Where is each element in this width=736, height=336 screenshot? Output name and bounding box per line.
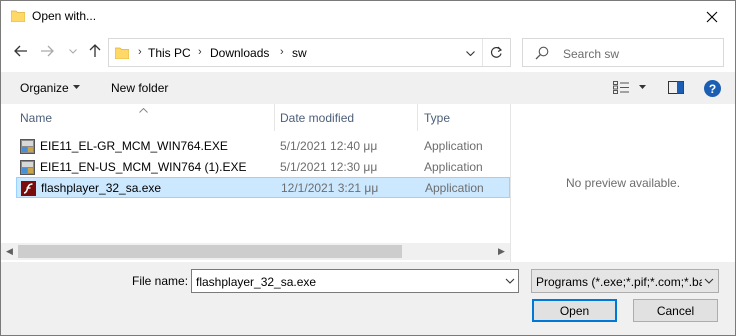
arrow-right-icon	[41, 45, 54, 57]
dialog-footer: File name: flashplayer_32_sa.exe Program…	[1, 262, 735, 335]
up-button[interactable]	[85, 41, 105, 61]
navigation-bar: › This PC › Downloads › sw Search sw	[1, 35, 735, 69]
flash-icon	[21, 181, 36, 196]
file-type: Application	[424, 139, 483, 153]
file-date: 12/1/2021 3:21 μμ	[281, 181, 379, 195]
chevron-right-icon: ›	[198, 46, 202, 58]
scrollbar-thumb[interactable]	[18, 245, 402, 258]
installer-icon	[20, 160, 35, 175]
file-list: Name Date modified Type EIE11_EL-GR_MCM_…	[1, 104, 510, 262]
breadcrumb-this-pc[interactable]: This PC	[148, 46, 191, 60]
refresh-icon	[490, 46, 503, 58]
cancel-button[interactable]: Cancel	[633, 299, 718, 322]
column-header-name[interactable]: Name	[20, 104, 52, 131]
file-name-value: flashplayer_32_sa.exe	[196, 275, 317, 289]
new-folder-button[interactable]: New folder	[111, 81, 168, 95]
view-details-icon[interactable]	[613, 81, 630, 94]
preview-pane: No preview available.	[510, 104, 735, 262]
column-header-date[interactable]: Date modified	[280, 104, 354, 131]
arrow-left-icon	[14, 45, 27, 57]
sort-ascending-icon	[139, 102, 148, 116]
folder-icon	[115, 47, 129, 59]
file-row[interactable]: EIE11_EN-US_MCM_WIN764 (1).EXE 5/1/2021 …	[16, 157, 510, 178]
chevron-down-icon[interactable]	[504, 275, 516, 287]
installer-icon	[20, 139, 35, 154]
column-divider[interactable]	[417, 104, 418, 131]
column-divider[interactable]	[274, 104, 275, 131]
column-header-type[interactable]: Type	[424, 104, 450, 131]
chevron-right-icon: ›	[138, 46, 142, 58]
back-button[interactable]	[11, 41, 31, 61]
file-row[interactable]: EIE11_EL-GR_MCM_WIN764.EXE 5/1/2021 12:4…	[16, 136, 510, 157]
chevron-down-icon	[69, 48, 77, 54]
breadcrumb-sw[interactable]: sw	[292, 46, 307, 60]
file-name-input[interactable]: flashplayer_32_sa.exe	[191, 269, 519, 293]
file-type-filter[interactable]: Programs (*.exe;*.pif;*.com;*.bat;*.cmd)	[531, 269, 719, 293]
file-date: 5/1/2021 12:30 μμ	[280, 160, 378, 174]
search-placeholder: Search sw	[563, 47, 620, 61]
command-bar: Organize New folder ?	[1, 72, 735, 104]
open-with-dialog: Open with... › This PC › Downloads › sw …	[0, 0, 736, 336]
caret-down-icon	[73, 85, 80, 89]
file-name: EIE11_EN-US_MCM_WIN764 (1).EXE	[40, 160, 247, 174]
file-name: EIE11_EL-GR_MCM_WIN764.EXE	[40, 139, 228, 153]
search-icon	[535, 46, 549, 60]
folder-icon	[11, 10, 25, 22]
address-bar[interactable]: › This PC › Downloads › sw	[108, 38, 511, 67]
arrow-up-icon	[89, 44, 101, 57]
chevron-down-icon	[704, 278, 714, 284]
caret-down-icon[interactable]	[639, 85, 646, 89]
scroll-left-icon[interactable]: ◀	[1, 243, 18, 260]
close-button[interactable]	[689, 1, 735, 32]
chevron-down-icon	[465, 50, 475, 56]
address-dropdown-button[interactable]	[462, 45, 478, 61]
title-bar: Open with...	[1, 1, 735, 32]
window-title: Open with...	[32, 9, 97, 23]
help-icon[interactable]: ?	[704, 80, 721, 97]
organize-button[interactable]: Organize	[20, 81, 69, 95]
file-date: 5/1/2021 12:40 μμ	[280, 139, 378, 153]
scroll-right-icon[interactable]: ▶	[493, 243, 510, 260]
refresh-button[interactable]	[482, 39, 510, 66]
file-type: Application	[425, 181, 484, 195]
close-icon	[706, 11, 718, 22]
file-type: Application	[424, 160, 483, 174]
file-type-filter-value: Programs (*.exe;*.pif;*.com;*.bat;*.cmd)	[536, 275, 702, 289]
file-row-selected[interactable]: flashplayer_32_sa.exe 12/1/2021 3:21 μμ …	[16, 177, 510, 198]
file-name: flashplayer_32_sa.exe	[41, 181, 162, 195]
open-button[interactable]: Open	[532, 299, 617, 322]
chevron-right-icon: ›	[280, 46, 284, 58]
preview-pane-icon[interactable]	[668, 81, 684, 94]
search-box[interactable]: Search sw	[522, 38, 724, 67]
file-name-label: File name:	[132, 274, 189, 288]
breadcrumb-downloads[interactable]: Downloads	[210, 46, 269, 60]
preview-message: No preview available.	[565, 176, 681, 190]
horizontal-scrollbar[interactable]: ◀ ▶	[1, 243, 510, 260]
recent-locations-button[interactable]	[63, 41, 83, 61]
forward-button[interactable]	[37, 41, 57, 61]
